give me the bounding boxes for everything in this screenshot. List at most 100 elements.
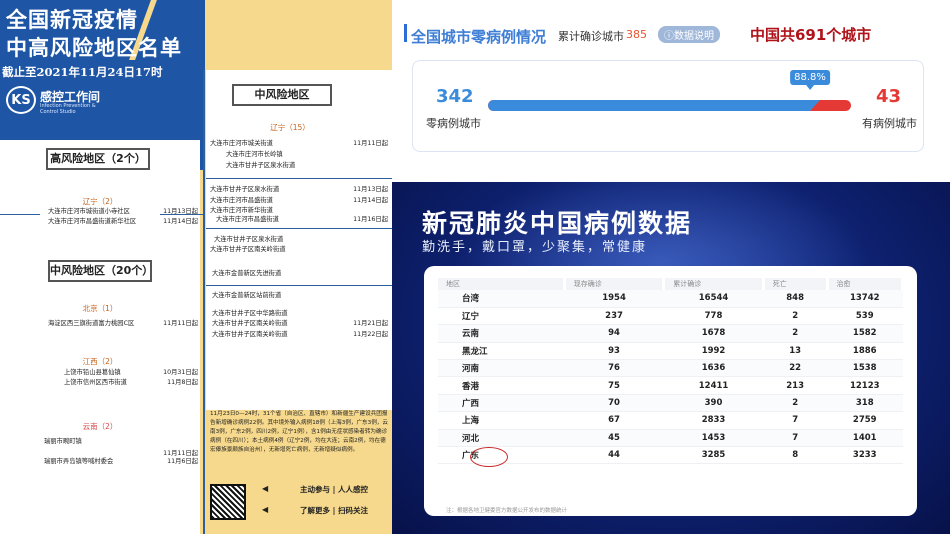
table-cell-deaths: 2 (763, 307, 828, 326)
list-item: 大连市甘井子区中华路街道 (212, 310, 288, 317)
title-marker (404, 24, 407, 42)
list-item: 大连市庄河市昌盛街道 11月14日起 (210, 197, 388, 204)
table-cell-total: 1453 (663, 429, 764, 448)
risk-area-poster: 全国新冠疫情 中高风险地区名单 截止至2021年11月24日17时 KS 感控工… (0, 0, 392, 534)
list-item: 大连市庄河市长岭镇 (226, 151, 283, 158)
table-cell-cured: 318 (827, 394, 903, 413)
list-item: 大连市甘井子区南关岭街道 11月22日起 (212, 331, 388, 338)
poster-date: 截止至2021年11月24日17时 (2, 65, 163, 79)
table-cell-deaths: 7 (763, 411, 828, 430)
table-cell-current: 45 (564, 429, 664, 448)
card-title: 全国城市零病例情况 (411, 28, 547, 46)
table-cell-cured: 13742 (827, 290, 903, 308)
list-item: 上饶市铅山县葛仙镇 10月31日起 (64, 369, 198, 376)
table-cell-current: 94 (564, 324, 664, 343)
table-row[interactable]: 香港 75 12411 213 12123 (438, 376, 903, 395)
table-cell-region: 河北 (438, 429, 565, 448)
table-cell-current: 93 (564, 342, 664, 361)
mid-risk-header-right: 中风险地区 (232, 84, 332, 106)
daily-report-notice: 11月23日0—24时，31个省（自治区、直辖市）和新疆生产建设兵团报告新增确诊… (210, 411, 388, 453)
table-cell-current: 76 (564, 359, 664, 378)
right-separator (206, 228, 392, 229)
list-item: 大连市甘井子区泉水街道 (214, 236, 284, 243)
poster-divider (203, 70, 205, 534)
table-cell-deaths: 8 (763, 446, 828, 465)
table-cell-deaths: 848 (763, 290, 828, 308)
table-cell-total: 1678 (663, 324, 764, 343)
list-item: 大连市甘井子区南关岭街道 11月21日起 (212, 320, 388, 327)
participate-text: 主动参与 | 人人感控 (300, 485, 368, 494)
has-case-count: 43 (876, 86, 902, 107)
case-table-card: 地区 现存确诊 累计确诊 死亡 治愈 台湾 1954 16544 848 13742 辽宁… (424, 266, 917, 516)
table-cell-current: 1954 (564, 290, 664, 308)
list-item: 大连市甘井子区泉水街道 (226, 162, 296, 169)
table-row[interactable]: 广西 70 390 2 318 (438, 394, 903, 413)
table-cell-total: 12411 (663, 376, 764, 395)
column-header: 死亡 (763, 278, 829, 290)
table-cell-region: 香港 (438, 376, 565, 395)
list-item: 海淀区西三旗街道富力桃园C区 11月11日起 (48, 320, 198, 327)
table-cell-total: 3285 (663, 446, 764, 465)
province-liaoning-right: 辽宁（15） (270, 123, 310, 132)
country-total: 中国共691个城市 (750, 26, 872, 44)
table-row[interactable]: 辽宁 237 778 2 539 (438, 307, 903, 326)
column-header: 地区 (438, 278, 566, 290)
list-item: 大连市庄河市昌盛街道新华社区 11月14日起 (48, 218, 198, 225)
table-row[interactable]: 云南 94 1678 2 1582 (438, 324, 903, 343)
table-cell-total: 2833 (663, 411, 764, 430)
logo-subtitle: Infection Prevention & Control Studio (40, 103, 96, 115)
table-row[interactable]: 河北 45 1453 7 1401 (438, 429, 903, 448)
column-header: 现存确诊 (564, 278, 666, 290)
has-case-label: 有病例城市 (862, 117, 917, 130)
table-cell-deaths: 13 (763, 342, 828, 361)
ratio-bar-fill (488, 100, 820, 111)
qr-code-icon[interactable] (210, 484, 246, 520)
table-row[interactable]: 河南 76 1636 22 1538 (438, 359, 903, 378)
table-cell-cured: 1582 (827, 324, 903, 343)
follow-text: 了解更多 | 扫码关注 (300, 506, 368, 515)
table-cell-current: 75 (564, 376, 664, 395)
table-row[interactable]: 台湾 1954 16544 848 13742 (438, 290, 903, 308)
column-header: 治愈 (827, 278, 905, 290)
table-cell-current: 67 (564, 411, 664, 430)
table-cell-region: 广西 (438, 394, 565, 413)
list-item: 上饶市信州区西市街道 11月8日起 (64, 379, 198, 386)
table-cell-current: 70 (564, 394, 664, 413)
table-cell-cured: 2759 (827, 411, 903, 430)
list-item: 大连市金普新区站前街道 (212, 292, 282, 299)
table-cell-deaths: 2 (763, 394, 828, 413)
table-cell-cured: 3233 (827, 446, 903, 465)
table-cell-total: 1992 (663, 342, 764, 361)
ks-logo-icon: KS (6, 86, 36, 114)
zero-case-city-card: 全国城市零病例情况 累计确诊城市 385 ⓘ数据说明 中国共691个城市 342… (398, 14, 950, 178)
arrow-left-icon: ◀ (262, 484, 269, 493)
list-item: 大连市庄河市昌盛街道 11月16日起 (216, 216, 388, 223)
table-row[interactable]: 黑龙江 93 1992 13 1886 (438, 342, 903, 361)
ratio-bar (488, 100, 851, 111)
table-cell-total: 390 (663, 394, 764, 413)
data-info-button[interactable]: ⓘ数据说明 (658, 26, 720, 43)
table-cell-region: 河南 (438, 359, 565, 378)
left-connector (0, 214, 40, 215)
list-item: 大连市庄河市城关街道 11月11日起 (210, 140, 388, 147)
column-header: 累计确诊 (663, 278, 765, 290)
table-cell-cured: 1401 (827, 429, 903, 448)
table-row[interactable]: 上海 67 2833 7 2759 (438, 411, 903, 430)
percent-tooltip: 88.8% (790, 70, 830, 90)
table-cell-cured: 1538 (827, 359, 903, 378)
panel-subheading: 勤洗手，戴口罩，少聚集，常健康 (422, 240, 648, 255)
table-cell-deaths: 2 (763, 324, 828, 343)
list-item: 大连市庄河市新华街道 (210, 207, 273, 214)
list-item: 大连市甘井子区南关岭街道 (210, 246, 286, 253)
table-cell-deaths: 7 (763, 429, 828, 448)
table-cell-total: 1636 (663, 359, 764, 378)
table-cell-deaths: 22 (763, 359, 828, 378)
poster-title-line2: 中高风险地区名单 (6, 36, 182, 60)
highlight-circle (470, 447, 508, 467)
zero-case-count: 342 (436, 86, 474, 107)
table-cell-region: 云南 (438, 324, 565, 343)
province-yunnan: 云南（2） (82, 422, 118, 431)
table-cell-total: 778 (663, 307, 764, 326)
table-cell-total: 16544 (663, 290, 764, 308)
list-item: 大连市甘井子区泉水街道 11月13日起 (210, 186, 388, 193)
